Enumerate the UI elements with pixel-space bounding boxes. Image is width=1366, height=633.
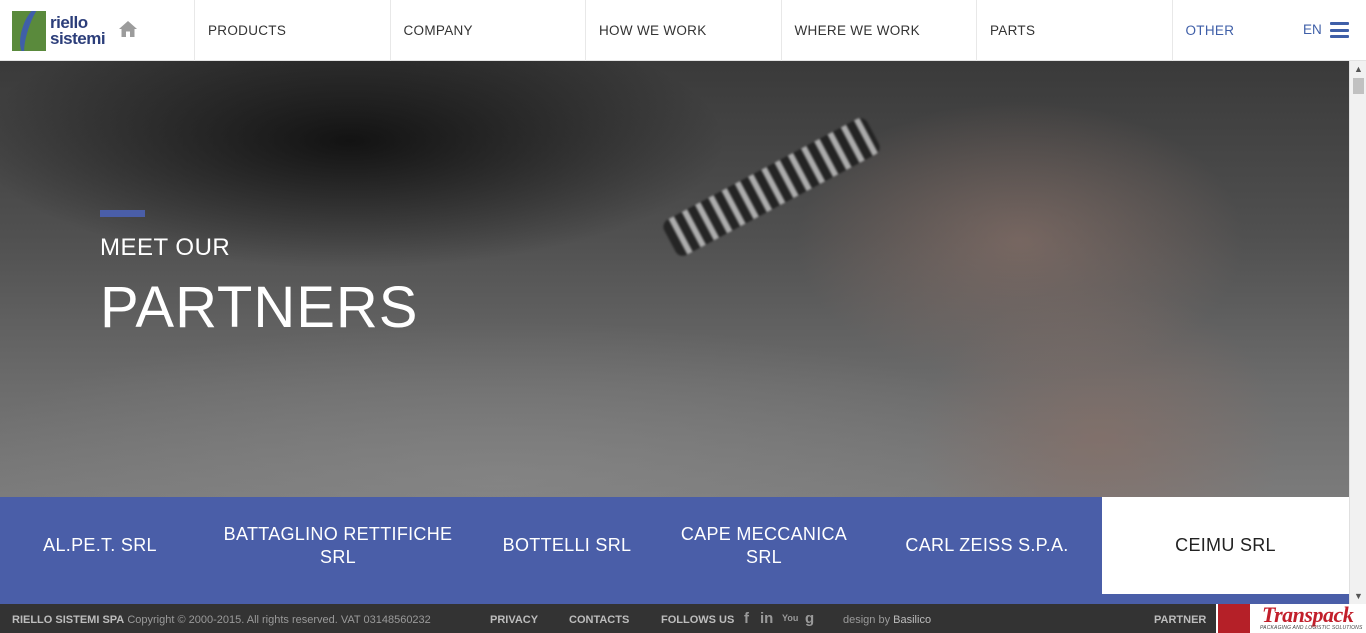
- footer-follow-label: FOLLOWS US: [661, 614, 735, 626]
- scroll-up-arrow-icon[interactable]: ▲: [1350, 61, 1366, 77]
- partner-carl-zeiss[interactable]: CARL ZEISS S.P.A.: [872, 497, 1102, 594]
- hero-subtitle: MEET OUR: [100, 234, 231, 261]
- facebook-icon[interactable]: f: [744, 610, 749, 627]
- google-plus-icon[interactable]: g: [805, 610, 814, 627]
- partner-cape-meccanica[interactable]: CAPE MECCANICA SRL: [668, 497, 860, 594]
- partner-bottelli[interactable]: BOTTELLI SRL: [476, 497, 658, 594]
- hamburger-menu-icon[interactable]: [1330, 22, 1349, 38]
- home-icon[interactable]: [118, 20, 138, 38]
- vertical-scrollbar[interactable]: ▲ ▼: [1349, 61, 1366, 604]
- footer-company: RIELLO SISTEMI SPA: [12, 614, 125, 626]
- footer-design-credit[interactable]: design by Basilico: [843, 614, 931, 626]
- logo-wordmark: riello sistemi: [50, 14, 106, 48]
- logo-mark-icon: [12, 11, 46, 51]
- transpack-mark-icon: [1218, 604, 1250, 633]
- footer-privacy-link[interactable]: PRIVACY: [490, 614, 538, 626]
- footer-copyright: RIELLO SISTEMI SPA Copyright © 2000-2015…: [12, 614, 431, 626]
- nav-company[interactable]: COMPANY: [389, 0, 586, 61]
- hero-title: PARTNERS: [100, 275, 419, 340]
- partner-battaglino[interactable]: BATTAGLINO RETTIFICHE SRL: [215, 497, 461, 594]
- partner-alpet[interactable]: AL.PE.T. SRL: [0, 497, 200, 594]
- site-footer: RIELLO SISTEMI SPA Copyright © 2000-2015…: [0, 604, 1366, 633]
- transpack-tagline: PACKAGING AND LOGISTIC SOLUTIONS: [1260, 625, 1363, 631]
- logo-line-2: sistemi: [50, 29, 106, 48]
- partner-ceimu[interactable]: CEIMU SRL: [1102, 497, 1349, 594]
- footer-copyright-text: Copyright © 2000-2015. All rights reserv…: [127, 614, 431, 626]
- footer-partner-label: PARTNER: [1154, 614, 1207, 626]
- site-header: riello sistemi PRODUCTS COMPANY HOW WE W…: [0, 0, 1366, 61]
- linkedin-icon[interactable]: in: [760, 610, 773, 627]
- partners-strip: AL.PE.T. SRL BATTAGLINO RETTIFICHE SRL B…: [0, 497, 1349, 604]
- hero-banner: MEET OUR PARTNERS: [0, 61, 1349, 497]
- nav-where-we-work[interactable]: WHERE WE WORK: [780, 0, 977, 61]
- hero-accent-bar: [100, 210, 145, 217]
- nav-parts[interactable]: PARTS: [976, 0, 1172, 61]
- footer-contacts-link[interactable]: CONTACTS: [569, 614, 629, 626]
- pen-image: [660, 115, 883, 259]
- nav-how-we-work[interactable]: HOW WE WORK: [585, 0, 781, 61]
- transpack-partner-logo[interactable]: Transpack PACKAGING AND LOGISTIC SOLUTIO…: [1216, 604, 1366, 633]
- scroll-down-arrow-icon[interactable]: ▼: [1350, 588, 1366, 604]
- main-nav: PRODUCTS COMPANY HOW WE WORK WHERE WE WO…: [194, 0, 1366, 61]
- scroll-thumb[interactable]: [1353, 78, 1364, 94]
- nav-products[interactable]: PRODUCTS: [194, 0, 390, 61]
- youtube-icon[interactable]: You: [782, 613, 798, 623]
- riello-sistemi-logo[interactable]: riello sistemi: [12, 10, 106, 52]
- language-selector[interactable]: EN: [1303, 22, 1322, 37]
